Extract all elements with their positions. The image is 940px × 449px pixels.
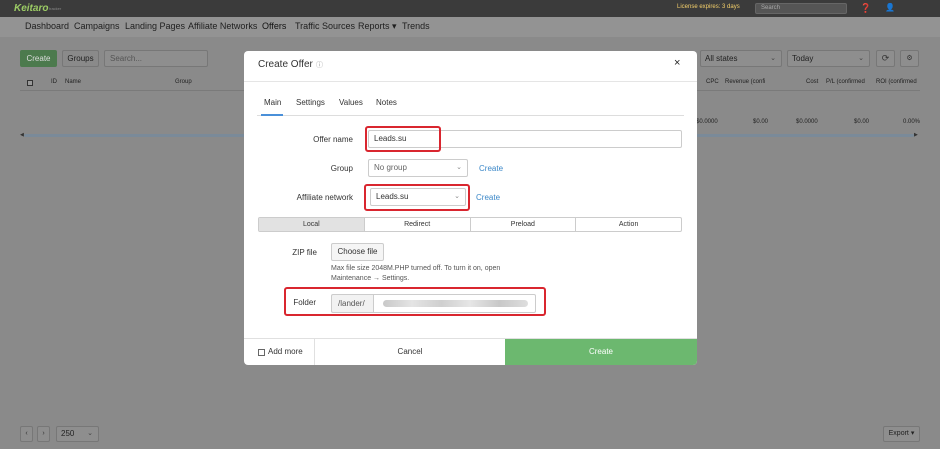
tab-values[interactable]: Values <box>339 98 363 107</box>
column-header-id[interactable]: ID <box>51 79 57 85</box>
scroll-right-icon[interactable]: ▶ <box>914 132 918 138</box>
global-search-input[interactable]: Search <box>755 3 847 14</box>
app-logo[interactable]: Keitaro <box>14 3 48 14</box>
offer-name-label: Offer name <box>313 135 353 144</box>
export-button[interactable]: Export ▾ <box>883 426 920 442</box>
nav-item-traffic-sources[interactable]: Traffic Sources <box>295 21 355 31</box>
cancel-button[interactable]: Cancel <box>315 339 505 365</box>
offers-search-input[interactable]: Search... <box>104 50 208 67</box>
tab-settings[interactable]: Settings <box>296 98 325 107</box>
page-size-select[interactable]: 250 ⌄ <box>56 426 99 442</box>
modal-title: Create Offer <box>258 59 313 70</box>
affiliate-network-create-link[interactable]: Create <box>476 193 500 202</box>
group-label: Group <box>330 164 353 173</box>
nav-item-trends[interactable]: Trends <box>402 21 430 31</box>
group-select-value: No group <box>374 163 407 172</box>
choose-file-button[interactable]: Choose file <box>331 243 384 261</box>
chevron-down-icon: ⌄ <box>87 430 93 437</box>
column-header-revenue[interactable]: Revenue (confi <box>725 79 765 85</box>
tabs-divider <box>257 115 684 116</box>
states-select-value: All states <box>705 54 738 63</box>
tab-active-indicator <box>261 114 283 116</box>
offer-type-switch: Local Redirect Preload Action <box>258 217 682 232</box>
select-all-checkbox[interactable] <box>27 80 33 86</box>
affiliate-network-highlight <box>364 184 470 211</box>
zip-file-help: Max file size 2048M.PHP turned off. To t… <box>331 265 501 282</box>
column-header-name[interactable]: Name <box>65 79 81 85</box>
user-icon[interactable]: 👤 <box>885 3 895 13</box>
app-logo-sub: tracker <box>49 6 62 11</box>
nav-item-landing-pages[interactable]: Landing Pages <box>125 21 185 31</box>
affiliate-network-label: Affiliate network <box>296 193 353 202</box>
modal-header-divider <box>244 81 697 82</box>
type-preload[interactable]: Preload <box>471 218 577 231</box>
nav-item-dashboard[interactable]: Dashboard <box>25 21 69 31</box>
tab-notes[interactable]: Notes <box>376 98 397 107</box>
chevron-left-icon: ‹ <box>25 430 28 437</box>
chevron-down-icon: ⌄ <box>858 55 864 62</box>
nav-item-reports[interactable]: Reports ▾ <box>358 21 397 32</box>
type-local[interactable]: Local <box>259 218 365 231</box>
group-select[interactable]: No group ⌄ <box>368 159 468 177</box>
total-cost: $0.0000 <box>796 119 818 125</box>
previous-page-button[interactable]: ‹ <box>20 426 33 442</box>
create-offer-button[interactable]: Create <box>20 50 57 67</box>
column-header-group[interactable]: Group <box>175 79 192 85</box>
total-roi: 0.00% <box>903 119 921 125</box>
info-icon[interactable]: ⓘ <box>316 60 323 70</box>
nav-item-offers[interactable]: Offers <box>262 21 286 31</box>
groups-button[interactable]: Groups <box>62 50 99 67</box>
states-select[interactable]: All states ⌄ <box>700 50 782 67</box>
license-notice[interactable]: License expires: 3 days <box>677 4 740 10</box>
tab-main[interactable]: Main <box>264 98 281 107</box>
column-header-pl[interactable]: P/L (confirmed <box>826 79 865 85</box>
date-range-value: Today <box>792 54 814 63</box>
add-more-label[interactable]: Add more <box>268 347 303 356</box>
zip-file-label: ZIP file <box>292 248 317 257</box>
chevron-down-icon: ⌄ <box>456 164 462 171</box>
type-action[interactable]: Action <box>576 218 681 231</box>
column-header-cost[interactable]: Cost <box>806 79 818 85</box>
chevron-down-icon: ⌄ <box>770 55 776 62</box>
add-more-checkbox[interactable] <box>258 349 265 356</box>
gear-icon: ⚙ <box>906 55 913 62</box>
page-size-value: 250 <box>61 429 75 438</box>
create-button[interactable]: Create <box>505 339 697 365</box>
nav-item-affiliate-networks[interactable]: Affiliate Networks <box>188 21 257 31</box>
refresh-button[interactable]: ⟳ <box>876 50 895 67</box>
total-cpc: $0.0000 <box>696 119 718 125</box>
column-header-cpc[interactable]: CPC <box>706 79 719 85</box>
refresh-icon: ⟳ <box>881 53 890 63</box>
folder-highlight <box>284 287 546 316</box>
type-redirect[interactable]: Redirect <box>365 218 471 231</box>
date-range-select[interactable]: Today ⌄ <box>787 50 870 67</box>
chevron-right-icon: › <box>42 430 45 437</box>
top-bar: Keitaro tracker License expires: 3 days … <box>0 0 940 17</box>
column-settings-button[interactable]: ⚙ <box>900 50 919 67</box>
create-offer-modal: Create Offer ⓘ × Main Settings Values No… <box>244 51 697 365</box>
group-create-link[interactable]: Create <box>479 164 503 173</box>
offer-name-highlight <box>365 126 441 152</box>
next-page-button[interactable]: › <box>37 426 50 442</box>
close-icon[interactable]: × <box>674 57 680 69</box>
column-header-roi[interactable]: ROI (confirmed <box>876 79 917 85</box>
main-nav: Dashboard Campaigns Landing Pages Affili… <box>0 17 940 37</box>
total-revenue: $0.00 <box>753 119 769 125</box>
help-icon[interactable]: ❓ <box>860 3 871 13</box>
total-pl: $0.00 <box>854 119 870 125</box>
nav-item-campaigns[interactable]: Campaigns <box>74 21 120 31</box>
